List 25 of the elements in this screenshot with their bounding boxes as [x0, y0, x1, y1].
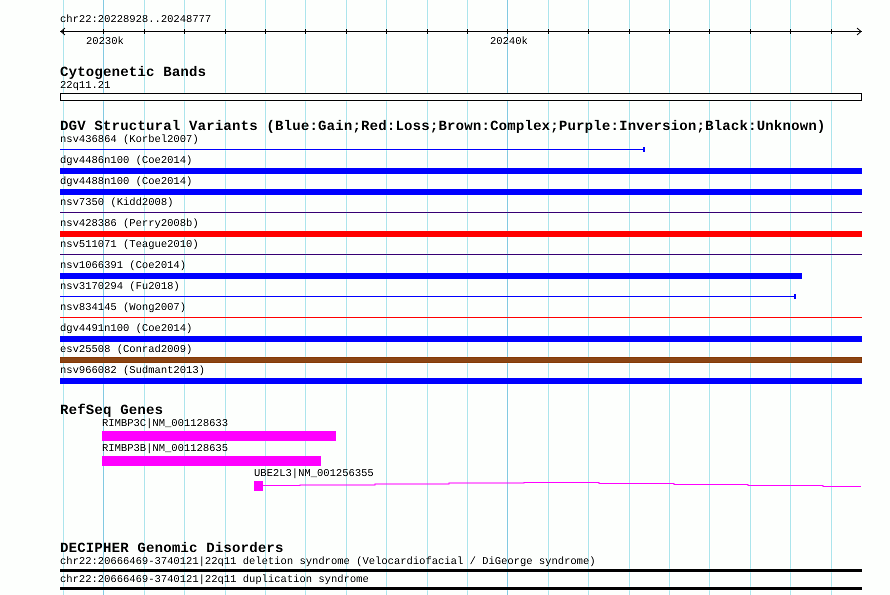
feature-label: nsv1066391 (Coe2014): [60, 260, 186, 272]
feature-label: 22q11.21: [60, 80, 110, 92]
feature-label: esv25508 (Conrad2009): [60, 344, 192, 356]
feature-label: UBE2L3|NM_001256355: [254, 468, 374, 480]
feature-label: dgv4488n100 (Coe2014): [60, 176, 192, 188]
feature-label: nsv834145 (Wong2007): [60, 302, 186, 314]
feature-label: dgv4486n100 (Coe2014): [60, 155, 192, 167]
track-title: DGV Structural Variants (Blue:Gain;Red:Loss;Brown:Complex;Purple:Inversion;Black:Unknown): [60, 120, 826, 134]
feature-label: nsv428386 (Perry2008b): [60, 218, 199, 230]
feature-label: nsv3170294 (Fu2018): [60, 281, 180, 293]
feature-label: RIMBP3B|NM_001128635: [102, 443, 228, 455]
track-title: RefSeq Genes: [60, 404, 164, 418]
track-title: DECIPHER Genomic Disorders: [60, 542, 284, 556]
feature-label: nsv511071 (Teague2010): [60, 239, 199, 251]
feature-label: dgv4491n100 (Coe2014): [60, 323, 192, 335]
tick-label: 20240k: [490, 36, 528, 48]
feature-label: nsv436864 (Korbel2007): [60, 134, 199, 146]
feature-label: nsv966082 (Sudmant2013): [60, 365, 205, 377]
feature-label: nsv7350 (Kidd2008): [60, 197, 174, 209]
tick-label: 20230k: [86, 36, 124, 48]
track-title: Cytogenetic Bands: [60, 66, 206, 80]
feature-label: chr22:20666469-3740121|22q11 deletion syndrome (Velocardiofacial / DiGeorge syndrome): [60, 556, 596, 568]
feature-label: RIMBP3C|NM_001128633: [102, 418, 228, 430]
region-label: chr22:20228928..20248777: [60, 14, 212, 26]
feature-label: chr22:20666469-3740121|22q11 duplication syndrome: [60, 574, 369, 586]
